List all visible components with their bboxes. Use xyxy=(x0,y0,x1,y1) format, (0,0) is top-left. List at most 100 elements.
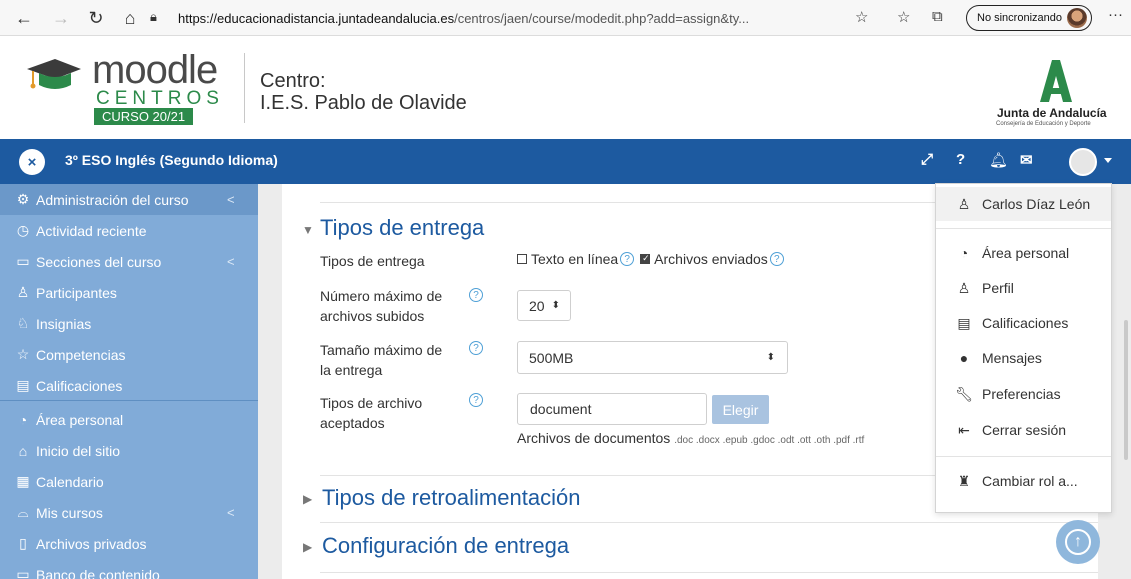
help-icon[interactable]: ? xyxy=(469,288,483,302)
reload-icon[interactable]: ↻ xyxy=(82,4,110,32)
star-icon: ☆ xyxy=(16,346,30,362)
messages-icon[interactable]: ✉ xyxy=(1020,151,1033,169)
user-avatar[interactable] xyxy=(1069,148,1097,176)
page-scrollbar[interactable] xyxy=(1124,320,1128,460)
collections-icon[interactable]: ⧉ xyxy=(932,8,943,25)
menu-item-perfil[interactable]: ♙ Perfil xyxy=(936,271,1111,305)
help-icon[interactable]: ? xyxy=(620,252,635,266)
section-tipos-entrega[interactable]: Tipos de entrega xyxy=(320,215,484,241)
lock-icon: 🔒︎ xyxy=(150,9,157,24)
checkbox-archivos-enviados[interactable] xyxy=(640,253,651,264)
folder-icon: ▭ xyxy=(16,253,30,269)
menu-item-cambiar-rol[interactable]: ♜ Cambiar rol a... xyxy=(936,464,1111,498)
sidebar-item-calificaciones[interactable]: ▤ Calificaciones xyxy=(0,370,258,401)
max-files-select[interactable]: 20 ⬍ xyxy=(517,290,571,321)
arrow-up-icon: ↑ xyxy=(1065,529,1091,555)
menu-item-calificaciones[interactable]: ▤ Calificaciones xyxy=(936,306,1111,340)
sidebar-item-label: Secciones del curso xyxy=(36,253,162,270)
max-files-label-line1: Número máximo de xyxy=(320,288,443,304)
section-configuracion-entrega[interactable]: Configuración de entrega xyxy=(322,533,569,559)
logout-icon: ⇤ xyxy=(958,421,970,438)
notifications-icon[interactable]: 🔔︎ xyxy=(989,151,1008,169)
sidebar-item-secciones[interactable]: ▭ Secciones del curso < xyxy=(0,246,258,277)
max-size-label-line2: la entrega xyxy=(320,362,383,378)
expand-arrow-icon[interactable]: ▶ xyxy=(303,540,312,554)
menu-item-mensajes[interactable]: ● Mensajes xyxy=(936,341,1111,375)
add-favorite-icon[interactable]: ☆ xyxy=(855,8,868,26)
home-icon[interactable]: ⌂ xyxy=(116,4,144,32)
centro-label: Centro: xyxy=(260,70,326,92)
junta-subtitle: Consejería de Educación y Deporte xyxy=(996,121,1091,127)
forward-icon[interactable]: → xyxy=(47,4,75,32)
submission-types-options: Texto en línea ? Archivos enviados ? xyxy=(517,251,784,267)
back-icon[interactable]: ← xyxy=(10,4,38,32)
accepted-types-input[interactable]: document xyxy=(517,393,707,425)
sidebar-divider xyxy=(0,400,258,401)
sidebar-item-administracion[interactable]: ⚙ Administración del curso < xyxy=(0,184,258,215)
badge-icon: ♘ xyxy=(16,315,30,331)
logo-word: moodle xyxy=(92,48,218,92)
favorites-icon[interactable]: ☆ xyxy=(897,8,910,26)
sidebar-item-label: Archivos privados xyxy=(36,535,147,552)
back-to-top-button[interactable]: ↑ xyxy=(1056,520,1100,564)
chat-bubble-icon: ● xyxy=(959,350,969,366)
option-texto-label: Texto en línea xyxy=(531,251,619,267)
sidebar-item-banco[interactable]: ▭ Banco de contenido xyxy=(0,559,258,579)
collapse-arrow-icon[interactable]: ▼ xyxy=(302,223,314,237)
header-divider xyxy=(244,53,245,123)
section-divider xyxy=(320,202,935,203)
tipos-entrega-label: Tipos de entrega xyxy=(320,253,425,269)
fullscreen-icon[interactable]: ⤢ xyxy=(921,151,933,168)
sidebar-item-calendario[interactable]: ▦ Calendario xyxy=(0,466,258,497)
sidebar-item-archivos[interactable]: ▯ Archivos privados xyxy=(0,528,258,559)
menu-item-label: Cambiar rol a... xyxy=(982,473,1078,489)
max-size-value: 500MB xyxy=(529,349,574,366)
menu-item-cerrar-sesion[interactable]: ⇤ Cerrar sesión xyxy=(936,413,1111,447)
mortarboard-icon: ⌓ xyxy=(17,504,29,520)
menu-divider xyxy=(936,456,1111,457)
more-menu-icon[interactable]: ··· xyxy=(1108,6,1123,23)
accepted-label-line1: Tipos de archivo xyxy=(320,395,423,411)
select-arrows-icon: ⬍ xyxy=(551,300,560,311)
menu-item-preferencias[interactable]: 🔧︎ Preferencias xyxy=(936,377,1111,411)
top-navbar: × 3º ESO Inglés (Segundo Idioma) ⤢ ? 🔔︎ … xyxy=(0,139,1131,184)
chevron-left-icon: < xyxy=(227,192,235,207)
profile-sync-button[interactable]: No sincronizando xyxy=(966,5,1092,31)
option-archivos-label: Archivos enviados xyxy=(654,251,768,267)
menu-item-area-personal[interactable]: ◔ Área personal xyxy=(936,236,1111,270)
accepted-file-types: Archivos de documentos .doc .docx .epub … xyxy=(517,430,864,446)
moodle-centros-logo[interactable]: moodle CENTROS CURSO 20/21 xyxy=(92,50,224,126)
max-size-label-line1: Tamaño máximo de xyxy=(320,342,443,358)
course-title[interactable]: 3º ESO Inglés (Segundo Idioma) xyxy=(65,152,278,168)
clock-icon: ◷ xyxy=(16,222,30,238)
user-secret-icon: ♜ xyxy=(957,472,971,489)
section-divider xyxy=(320,522,1098,523)
help-icon[interactable]: ? xyxy=(769,252,784,266)
user-menu-caret[interactable] xyxy=(1104,158,1112,163)
address-bar[interactable]: https://educacionadistancia.juntadeandal… xyxy=(178,6,876,30)
sidebar-item-inicio[interactable]: ⌂ Inicio del sitio xyxy=(0,435,258,466)
section-retroalimentacion[interactable]: Tipos de retroalimentación xyxy=(322,485,580,511)
checkbox-texto-en-linea[interactable] xyxy=(517,254,527,264)
sidebar-item-insignias[interactable]: ♘ Insignias xyxy=(0,308,258,339)
close-drawer-icon[interactable]: × xyxy=(19,149,45,175)
sidebar-item-competencias[interactable]: ☆ Competencias xyxy=(0,339,258,370)
file-types-extensions: .doc .docx .epub .gdoc .odt .ott .oth .p… xyxy=(674,435,865,446)
sync-status-label: No sincronizando xyxy=(977,12,1062,24)
sidebar-item-participantes[interactable]: ♙ Participantes xyxy=(0,277,258,308)
expand-arrow-icon[interactable]: ▶ xyxy=(303,492,312,506)
help-icon[interactable]: ? xyxy=(469,393,483,407)
max-size-select[interactable]: 500MB ⬍ xyxy=(517,341,788,374)
help-icon[interactable]: ? xyxy=(469,341,483,355)
user-menu-name[interactable]: ♙ Carlos Díaz León xyxy=(936,187,1111,221)
file-icon: ▯ xyxy=(19,535,27,551)
max-files-value: 20 xyxy=(529,297,545,314)
sidebar-item-area-personal[interactable]: ◔ Área personal xyxy=(0,404,258,435)
sidebar-item-actividad[interactable]: ◷ Actividad reciente xyxy=(0,215,258,246)
sidebar-item-label: Insignias xyxy=(36,315,92,332)
sidebar-item-mis-cursos[interactable]: ⌓ Mis cursos < xyxy=(0,497,258,528)
elegir-button[interactable]: Elegir xyxy=(712,395,769,424)
menu-item-label: Mensajes xyxy=(982,350,1042,366)
help-icon[interactable]: ? xyxy=(956,151,965,168)
file-types-name: Archivos de documentos xyxy=(517,430,671,446)
